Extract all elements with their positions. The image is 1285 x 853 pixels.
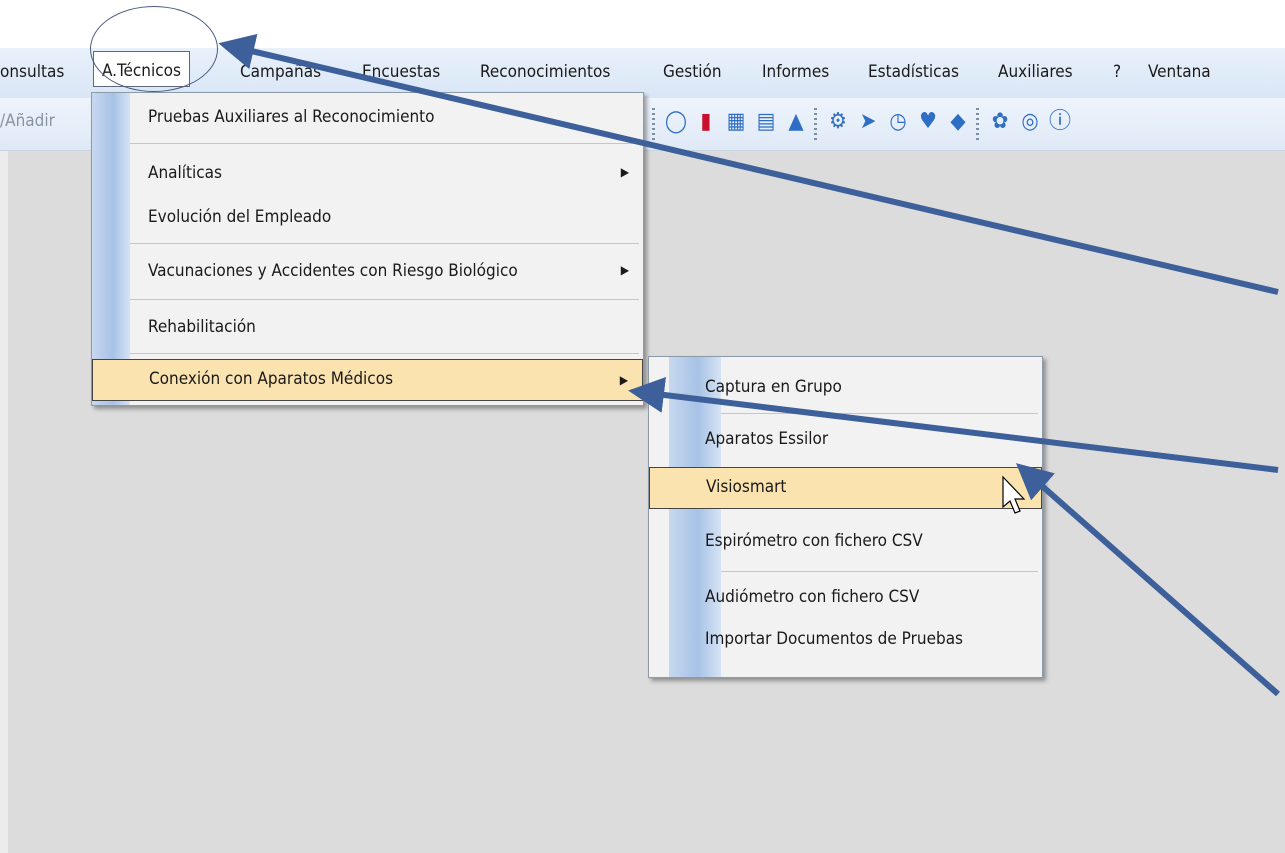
menu-item-label: Rehabilitación [148,317,256,337]
atecnicos-menu: Pruebas Auxiliares al Reconocimiento Ana… [91,92,644,406]
menu-reconocimientos[interactable]: Reconocimientos [480,62,610,82]
menu-separator [721,413,1038,414]
info-icon[interactable]: ⓘ [1048,110,1072,134]
menu-item-label: Pruebas Auxiliares al Reconocimiento [148,107,435,127]
calendar-icon[interactable]: ▦ [724,110,748,134]
menu-item-conexion-aparatos[interactable]: Conexión con Aparatos Médicos ▶ [92,359,643,401]
menu-estadisticas[interactable]: Estadísticas [868,62,959,82]
menu-item-label: Aparatos Essilor [705,429,829,449]
book-icon[interactable]: ▮ [694,110,718,134]
lightbulb-icon[interactable]: ◯ [664,110,688,134]
menu-item-rehabilitacion[interactable]: Rehabilitación [92,309,643,346]
conexion-submenu: Captura en Grupo Aparatos Essilor Visios… [648,356,1043,678]
menu-item-label: Captura en Grupo [705,377,842,397]
tag-icon[interactable]: ◆ [946,110,970,134]
menu-item-label: Vacunaciones y Accidentes con Riesgo Bio… [148,261,518,281]
submenu-arrow-icon: ▶ [620,165,629,179]
toolbar-separator [652,108,655,140]
menu-item-label: Espirómetro con fichero CSV [705,531,923,551]
menu-ventana[interactable]: Ventana [1148,62,1211,82]
clock-icon[interactable]: ◷ [886,110,910,134]
menu-informes[interactable]: Informes [762,62,829,82]
heart-icon[interactable]: ♥ [916,110,940,134]
menu-item-visiosmart[interactable]: Visiosmart [649,467,1042,509]
submenu-arrow-icon: ▶ [620,263,629,277]
submenu-arrow-icon: ▶ [619,373,628,387]
menu-item-analiticas[interactable]: Analíticas ▶ [92,155,643,192]
menu-separator [130,299,639,300]
menu-item-aparatos-essilor[interactable]: Aparatos Essilor [649,421,1042,458]
menu-item-label: Audiómetro con fichero CSV [705,587,920,607]
help-ring-icon[interactable]: ◎ [1018,110,1042,134]
menu-item-pruebas-auxiliares[interactable]: Pruebas Auxiliares al Reconocimiento [92,99,643,136]
menu-item-espirometro-csv[interactable]: Espirómetro con fichero CSV [649,523,1042,560]
menu-help[interactable]: ? [1113,62,1121,82]
menu-separator [721,571,1038,572]
menu-item-label: Importar Documentos de Pruebas [705,629,964,649]
menu-item-vacunaciones[interactable]: Vacunaciones y Accidentes con Riesgo Bio… [92,253,643,290]
menu-item-label: Evolución del Empleado [148,207,332,227]
gear-icon[interactable]: ⚙ [826,110,850,134]
menu-item-audiometro-csv[interactable]: Audiómetro con fichero CSV [649,579,1042,616]
toolbar-add-label[interactable]: /Añadir [0,111,55,131]
menu-item-label: Analíticas [148,163,223,183]
annotation-circle [90,6,218,92]
clipboard-icon[interactable]: ▤ [754,110,778,134]
menu-consultas[interactable]: onsultas [0,62,64,82]
toolbar-separator [814,108,817,140]
send-icon[interactable]: ➤ [856,110,880,134]
menu-item-evolucion-empleado[interactable]: Evolución del Empleado [92,199,643,236]
menu-separator [130,353,639,354]
menu-auxiliares[interactable]: Auxiliares [998,62,1073,82]
menu-gestion[interactable]: Gestión [663,62,722,82]
menu-encuestas[interactable]: Encuestas [362,62,440,82]
menu-campanas[interactable]: Campañas [240,62,321,82]
window-edge [0,151,8,853]
menu-item-captura-grupo[interactable]: Captura en Grupo [649,369,1042,406]
warning-icon[interactable]: ▲ [784,110,808,134]
menu-item-label: Conexión con Aparatos Médicos [149,369,394,389]
menu-item-label: Visiosmart [706,477,787,497]
toolbar-separator [976,108,979,140]
menu-item-importar-documentos[interactable]: Importar Documentos de Pruebas [649,621,1042,658]
menu-separator [130,243,639,244]
lifebuoy-icon[interactable]: ✿ [988,110,1012,134]
menu-separator [130,143,639,144]
